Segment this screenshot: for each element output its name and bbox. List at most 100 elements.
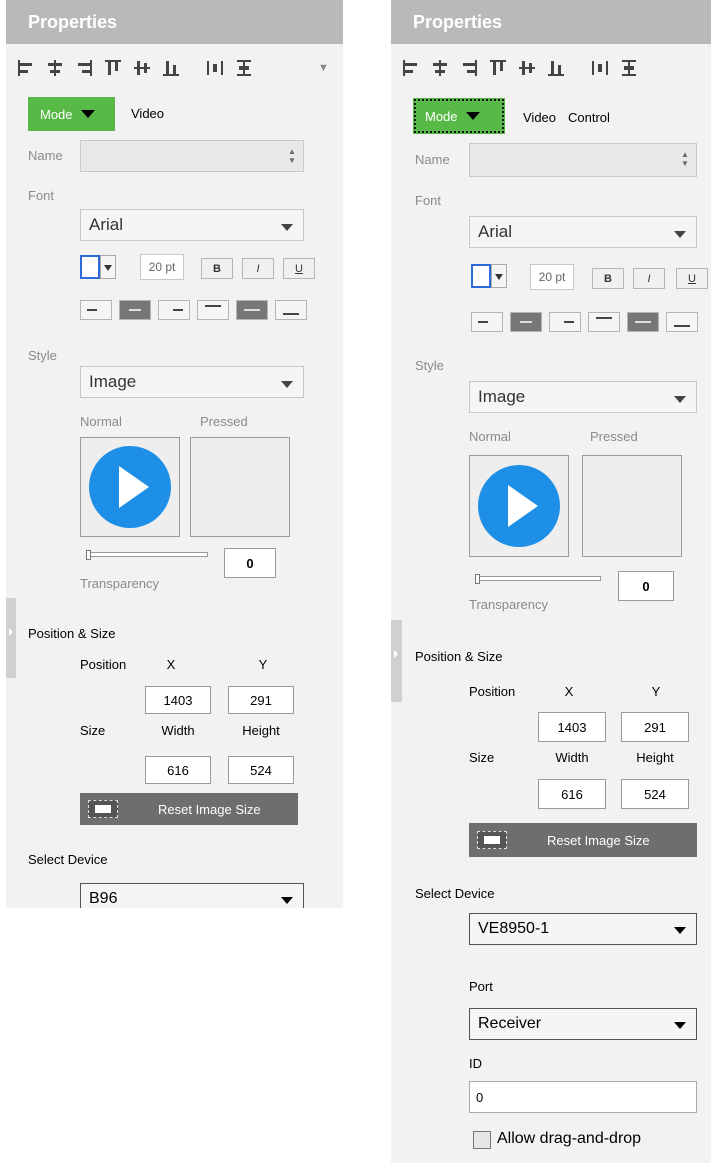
distribute-horizontal-icon[interactable] xyxy=(205,58,225,78)
name-field[interactable]: ▲ ▼ xyxy=(469,143,697,177)
distribute-vertical-icon[interactable] xyxy=(234,58,254,78)
color-dropdown[interactable] xyxy=(100,255,116,279)
bold-button[interactable]: B xyxy=(201,258,233,279)
color-dropdown[interactable] xyxy=(491,264,507,288)
transparency-value[interactable]: 0 xyxy=(224,548,276,578)
text-align-center-button[interactable] xyxy=(510,312,542,332)
font-color-picker[interactable] xyxy=(80,255,116,279)
device-select[interactable]: B96 xyxy=(80,883,304,908)
transparency-label: Transparency xyxy=(469,597,548,612)
color-swatch[interactable] xyxy=(80,255,100,279)
width-input[interactable]: 616 xyxy=(145,756,211,784)
color-swatch[interactable] xyxy=(471,264,491,288)
x-input[interactable]: 1403 xyxy=(145,686,211,714)
italic-button[interactable]: I xyxy=(633,268,665,289)
align-center-icon[interactable] xyxy=(45,58,65,78)
slider-thumb[interactable] xyxy=(475,574,480,584)
spinner-arrows-icon[interactable]: ▲ ▼ xyxy=(285,147,299,167)
height-input[interactable]: 524 xyxy=(228,756,294,784)
text-valign-top-button[interactable] xyxy=(588,312,620,332)
tab-control[interactable]: Control xyxy=(568,110,610,125)
name-label: Name xyxy=(28,148,63,163)
text-align-left-button[interactable] xyxy=(471,312,503,332)
y-input[interactable]: 291 xyxy=(621,712,689,742)
align-right-icon[interactable] xyxy=(74,58,94,78)
reset-image-size-label: Reset Image Size xyxy=(547,832,650,848)
device-value: B96 xyxy=(89,890,118,907)
mode-button[interactable]: Mode xyxy=(28,97,115,131)
side-collapse-tab[interactable] xyxy=(391,620,402,702)
align-bottom-icon[interactable] xyxy=(546,58,566,78)
align-bottom-icon[interactable] xyxy=(161,58,181,78)
font-size-field[interactable]: 20 pt xyxy=(140,254,184,280)
reset-image-size-button[interactable]: Reset Image Size xyxy=(469,823,697,857)
y-input[interactable]: 291 xyxy=(228,686,294,714)
style-value: Image xyxy=(89,372,137,391)
align-left-icon[interactable] xyxy=(401,58,421,78)
transparency-slider[interactable] xyxy=(475,576,601,581)
position-size-label: Position & Size xyxy=(28,626,116,641)
transparency-slider[interactable] xyxy=(86,552,208,557)
text-align-right-button[interactable] xyxy=(158,300,190,320)
tab-video[interactable]: Video xyxy=(131,106,164,121)
allow-drag-label[interactable]: Allow drag-and-drop xyxy=(497,1130,641,1148)
side-collapse-tab[interactable] xyxy=(6,598,16,678)
reset-image-size-button[interactable]: Reset Image Size xyxy=(80,793,298,825)
distribute-vertical-icon[interactable] xyxy=(619,58,639,78)
italic-button[interactable]: I xyxy=(242,258,274,279)
panel-title: Properties xyxy=(28,12,118,32)
chevron-down-icon xyxy=(674,396,686,403)
align-middle-icon[interactable] xyxy=(132,58,152,78)
align-center-icon[interactable] xyxy=(430,58,450,78)
size-label: Size xyxy=(469,750,495,765)
pressed-label: Pressed xyxy=(200,414,248,429)
size-label: Size xyxy=(80,723,106,738)
text-valign-middle-button[interactable] xyxy=(627,312,659,332)
slider-thumb[interactable] xyxy=(86,550,91,560)
text-align-left-button[interactable] xyxy=(80,300,112,320)
text-align-center-button[interactable] xyxy=(119,300,151,320)
underline-button[interactable]: U xyxy=(283,258,315,279)
panel-title: Properties xyxy=(413,12,503,32)
normal-label: Normal xyxy=(80,414,122,429)
name-field[interactable]: ▲ ▼ xyxy=(80,140,304,172)
id-input[interactable]: 0 xyxy=(469,1081,697,1113)
text-valign-bottom-button[interactable] xyxy=(275,300,307,320)
height-input[interactable]: 524 xyxy=(621,779,689,809)
port-select[interactable]: Receiver xyxy=(469,1008,697,1040)
text-valign-top-button[interactable] xyxy=(197,300,229,320)
text-align-right-button[interactable] xyxy=(549,312,581,332)
text-valign-middle-button[interactable] xyxy=(236,300,268,320)
toolbar-overflow-icon[interactable]: ▼ xyxy=(318,62,329,74)
x-input[interactable]: 1403 xyxy=(538,712,606,742)
distribute-horizontal-icon[interactable] xyxy=(590,58,610,78)
align-top-icon[interactable] xyxy=(103,58,123,78)
font-select[interactable]: Arial xyxy=(80,209,304,241)
position-size-label: Position & Size xyxy=(415,649,503,664)
mode-button[interactable]: Mode xyxy=(413,98,505,134)
allow-drag-checkbox[interactable] xyxy=(473,1131,491,1149)
style-select[interactable]: Image xyxy=(80,366,304,398)
pressed-state-image[interactable] xyxy=(190,437,290,537)
font-color-picker[interactable] xyxy=(471,264,507,288)
text-valign-bottom-button[interactable] xyxy=(666,312,698,332)
bold-button[interactable]: B xyxy=(592,268,624,289)
font-size-field[interactable]: 20 pt xyxy=(530,264,574,290)
transparency-value[interactable]: 0 xyxy=(618,571,674,601)
align-right-icon[interactable] xyxy=(459,58,479,78)
align-left-icon[interactable] xyxy=(16,58,36,78)
normal-state-image[interactable] xyxy=(80,437,180,537)
width-input[interactable]: 616 xyxy=(538,779,606,809)
underline-button[interactable]: U xyxy=(676,268,708,289)
spinner-arrows-icon[interactable]: ▲ ▼ xyxy=(678,150,692,170)
pressed-state-image[interactable] xyxy=(582,455,682,557)
font-select[interactable]: Arial xyxy=(469,216,697,248)
style-select[interactable]: Image xyxy=(469,381,697,413)
device-select[interactable]: VE8950-1 xyxy=(469,913,697,945)
align-top-icon[interactable] xyxy=(488,58,508,78)
tab-video[interactable]: Video xyxy=(523,110,556,125)
chevron-down-icon xyxy=(80,110,95,118)
normal-state-image[interactable] xyxy=(469,455,569,557)
expand-arrow-icon xyxy=(9,628,13,636)
align-middle-icon[interactable] xyxy=(517,58,537,78)
